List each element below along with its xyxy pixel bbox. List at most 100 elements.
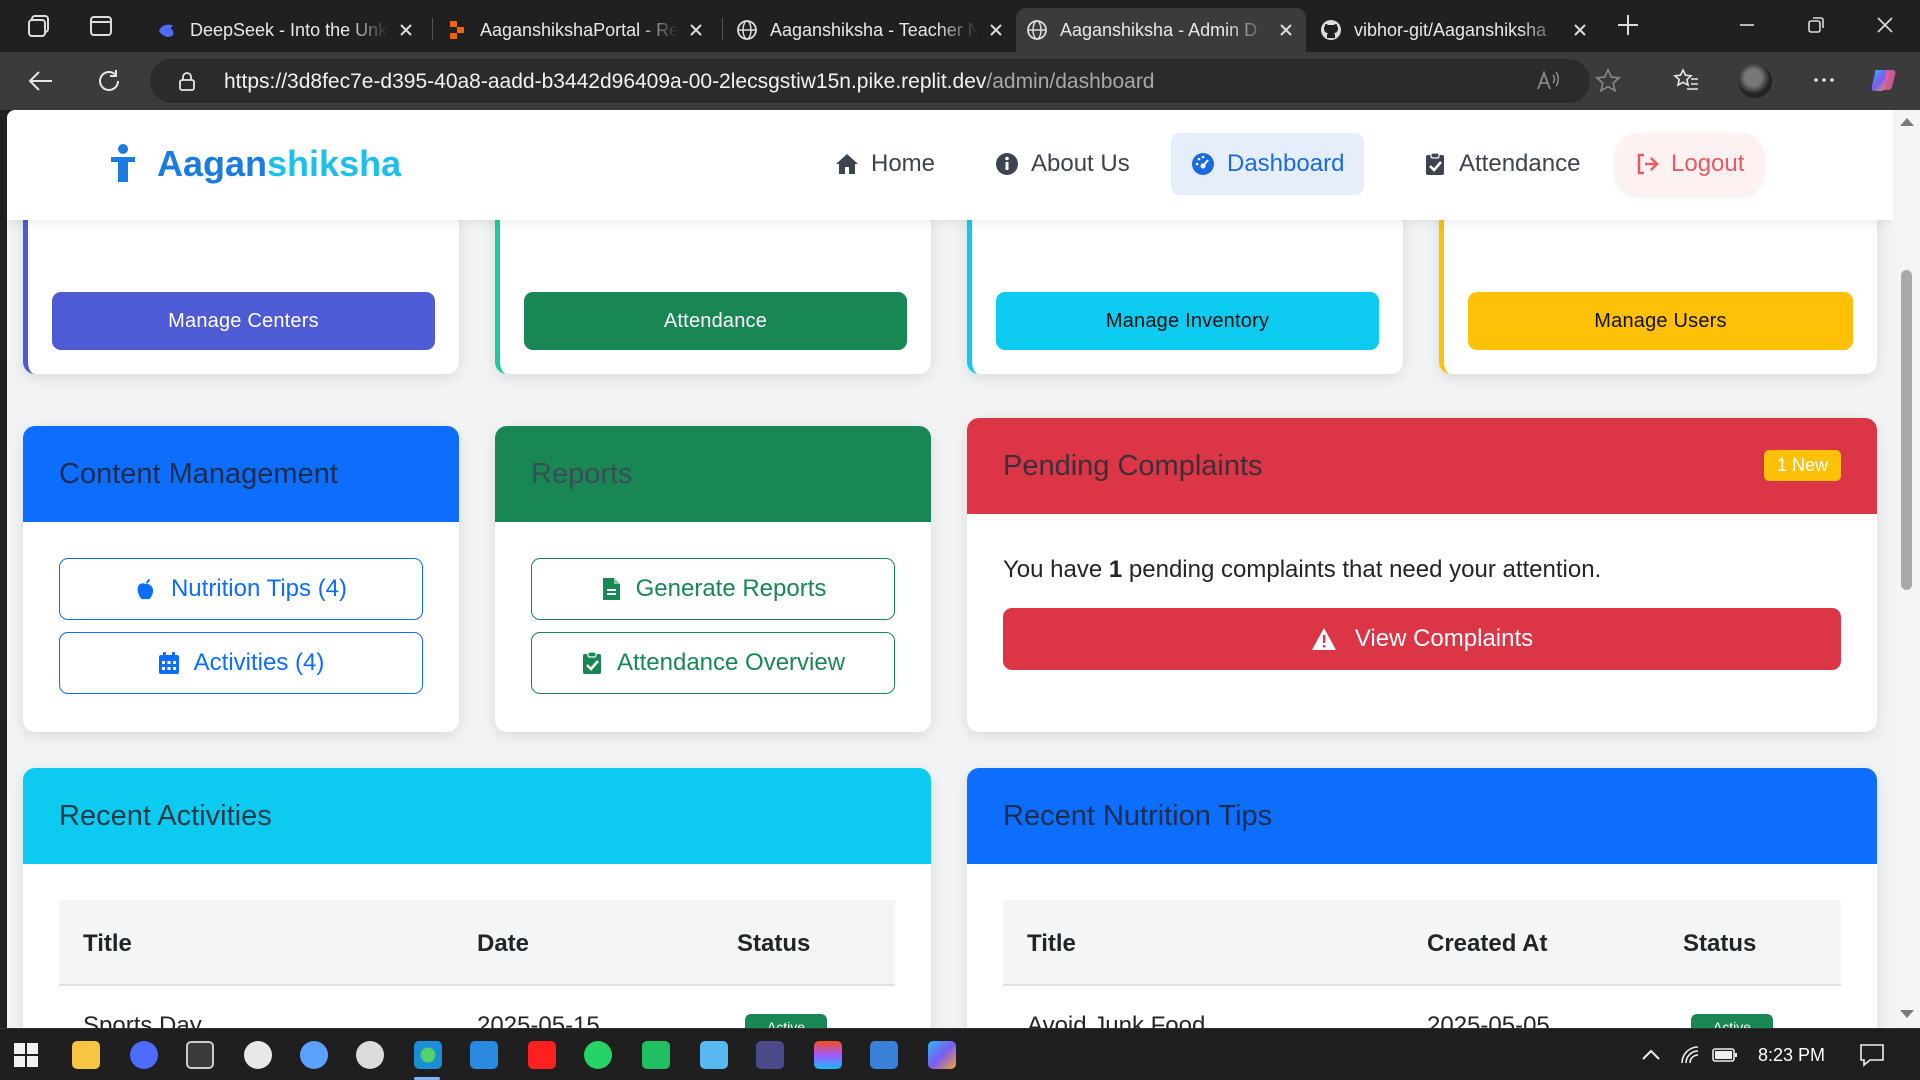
- recent-activities-card: Recent Activities Title Date Status Spor…: [23, 768, 931, 1028]
- workspaces-icon[interactable]: [26, 13, 52, 39]
- column-header: Date: [477, 930, 530, 957]
- favorite-star-icon[interactable]: [1594, 67, 1622, 95]
- lock-icon[interactable]: [176, 70, 198, 92]
- chatgpt-icon[interactable]: [244, 1041, 272, 1069]
- page-scrollbar[interactable]: [1893, 110, 1920, 1028]
- pending-complaints-card: Pending Complaints 1 New You have 1 pend…: [967, 418, 1877, 732]
- nav-label: About Us: [1031, 150, 1130, 177]
- edge-icon[interactable]: [414, 1041, 442, 1069]
- logout-icon: [1637, 153, 1659, 175]
- whatsapp-icon[interactable]: [584, 1041, 612, 1069]
- app-icon[interactable]: [356, 1041, 384, 1069]
- close-window-icon[interactable]: [1870, 10, 1900, 40]
- favorites-icon[interactable]: [1672, 66, 1700, 94]
- view-complaints-button[interactable]: View Complaints: [1003, 608, 1841, 670]
- file-explorer-icon[interactable]: [72, 1041, 100, 1069]
- content-management-card: Content Management Nutrition Tips (4) Ac…: [23, 426, 459, 732]
- new-tab-icon[interactable]: [1613, 10, 1643, 40]
- column-header: Created At: [1427, 930, 1548, 957]
- nav-logout[interactable]: Logout: [1615, 133, 1765, 195]
- tab-github[interactable]: vibhor-git/Aaganshiksha: [1310, 8, 1600, 52]
- tab-admin-dashboard[interactable]: Aaganshiksha - Admin D: [1016, 8, 1306, 52]
- scroll-down-arrow[interactable]: [1900, 1010, 1914, 1018]
- more-options-icon[interactable]: [1810, 66, 1838, 94]
- complaints-count: 1: [1108, 556, 1123, 583]
- scrollbar-thumb[interactable]: [1901, 270, 1912, 590]
- nav-about-us[interactable]: About Us: [975, 133, 1150, 195]
- column-header: Status: [737, 930, 811, 957]
- battery-icon[interactable]: [1712, 1045, 1738, 1065]
- url-field[interactable]: https://3d8fec7e-d395-40a8-aadd-b3442d96…: [150, 59, 1621, 103]
- copilot-app-icon[interactable]: [928, 1041, 956, 1069]
- read-aloud-icon[interactable]: [1534, 67, 1562, 95]
- nav-dashboard[interactable]: Dashboard: [1171, 133, 1365, 195]
- generate-reports-button[interactable]: Generate Reports: [531, 558, 895, 620]
- close-tab-icon[interactable]: [396, 20, 416, 40]
- url-path: /admin/dashboard: [986, 70, 1155, 93]
- notifications-icon[interactable]: [1858, 1041, 1886, 1069]
- table-header: Title Created At Status: [1003, 900, 1841, 986]
- app-icon[interactable]: [186, 1041, 214, 1069]
- url-text[interactable]: https://3d8fec7e-d395-40a8-aadd-b3442d96…: [224, 70, 1155, 94]
- figma-icon[interactable]: [814, 1041, 842, 1069]
- manage-inventory-button[interactable]: Manage Inventory: [996, 292, 1379, 350]
- minimize-icon[interactable]: [1732, 10, 1762, 40]
- refresh-icon[interactable]: [94, 66, 124, 96]
- close-tab-icon[interactable]: [1276, 20, 1296, 40]
- github-icon: [1321, 20, 1341, 40]
- nav-attendance[interactable]: Attendance: [1403, 133, 1600, 195]
- home-icon: [836, 154, 858, 174]
- generate-reports-label: Generate Reports: [635, 575, 827, 602]
- tab-teacher[interactable]: Aaganshiksha - Teacher N: [726, 8, 1016, 52]
- close-tab-icon[interactable]: [686, 20, 706, 40]
- wifi-icon[interactable]: [1678, 1043, 1702, 1067]
- clipboard-check-icon: [582, 651, 601, 674]
- brand-name-part2: shiksha: [267, 143, 402, 184]
- attendance-overview-label: Attendance Overview: [616, 649, 846, 676]
- child-icon: [111, 144, 135, 182]
- restore-icon[interactable]: [1801, 10, 1831, 40]
- pycharm-icon[interactable]: [642, 1041, 670, 1069]
- status-badge: Active: [1691, 1014, 1773, 1028]
- taskbar-clock[interactable]: 8:23 PM: [1758, 1045, 1825, 1066]
- apple-icon: [137, 579, 154, 600]
- nav-label: Dashboard: [1227, 150, 1345, 177]
- youtube-icon[interactable]: [528, 1041, 556, 1069]
- table-cell: Avoid Junk Food: [1027, 1012, 1206, 1028]
- tab-replit[interactable]: AaganshikshaPortal - Rep: [436, 8, 716, 52]
- chevron-up-icon[interactable]: [1640, 1045, 1662, 1065]
- close-tab-icon[interactable]: [1570, 20, 1590, 40]
- deepseek-icon: [159, 24, 174, 37]
- warning-icon: [1311, 628, 1336, 650]
- gemini-icon[interactable]: [300, 1041, 328, 1069]
- back-icon[interactable]: [26, 66, 56, 96]
- manage-centers-button[interactable]: Manage Centers: [52, 292, 435, 350]
- app-icon[interactable]: [700, 1041, 728, 1069]
- copilot-icon[interactable]: [1870, 66, 1898, 94]
- tab-actions-icon[interactable]: [88, 13, 114, 39]
- attendance-button[interactable]: Attendance: [524, 292, 907, 350]
- view-complaints-label: View Complaints: [1354, 625, 1534, 652]
- app-icon[interactable]: [756, 1041, 784, 1069]
- scroll-up-arrow[interactable]: [1900, 118, 1914, 126]
- new-complaints-badge: 1 New: [1763, 450, 1841, 481]
- activities-button[interactable]: Activities (4): [59, 632, 423, 694]
- brand-logo[interactable]: Aagan shiksha: [109, 143, 401, 185]
- app-icon[interactable]: [870, 1041, 898, 1069]
- table-header: Title Date Status: [59, 900, 895, 986]
- site-navbar: Aagan shiksha Home About Us Dashboard Att…: [7, 110, 1893, 220]
- nutrition-tips-button[interactable]: Nutrition Tips (4): [59, 558, 423, 620]
- close-tab-icon[interactable]: [986, 20, 1006, 40]
- table-cell: 2025-05-15: [477, 1012, 600, 1028]
- info-icon: [996, 153, 1018, 175]
- windows-start-icon[interactable]: [12, 1041, 40, 1069]
- column-header: Title: [1027, 930, 1076, 957]
- vscode-icon[interactable]: [470, 1041, 498, 1069]
- manage-users-button[interactable]: Manage Users: [1468, 292, 1853, 350]
- profile-avatar[interactable]: [1738, 64, 1772, 98]
- deepseek-app-icon[interactable]: [130, 1041, 158, 1069]
- tab-deepseek[interactable]: DeepSeek - Into the Unkn: [146, 8, 426, 52]
- complaints-message: You have 1 pending complaints that need …: [1003, 556, 1602, 583]
- attendance-overview-button[interactable]: Attendance Overview: [531, 632, 895, 694]
- nav-home[interactable]: Home: [815, 133, 955, 195]
